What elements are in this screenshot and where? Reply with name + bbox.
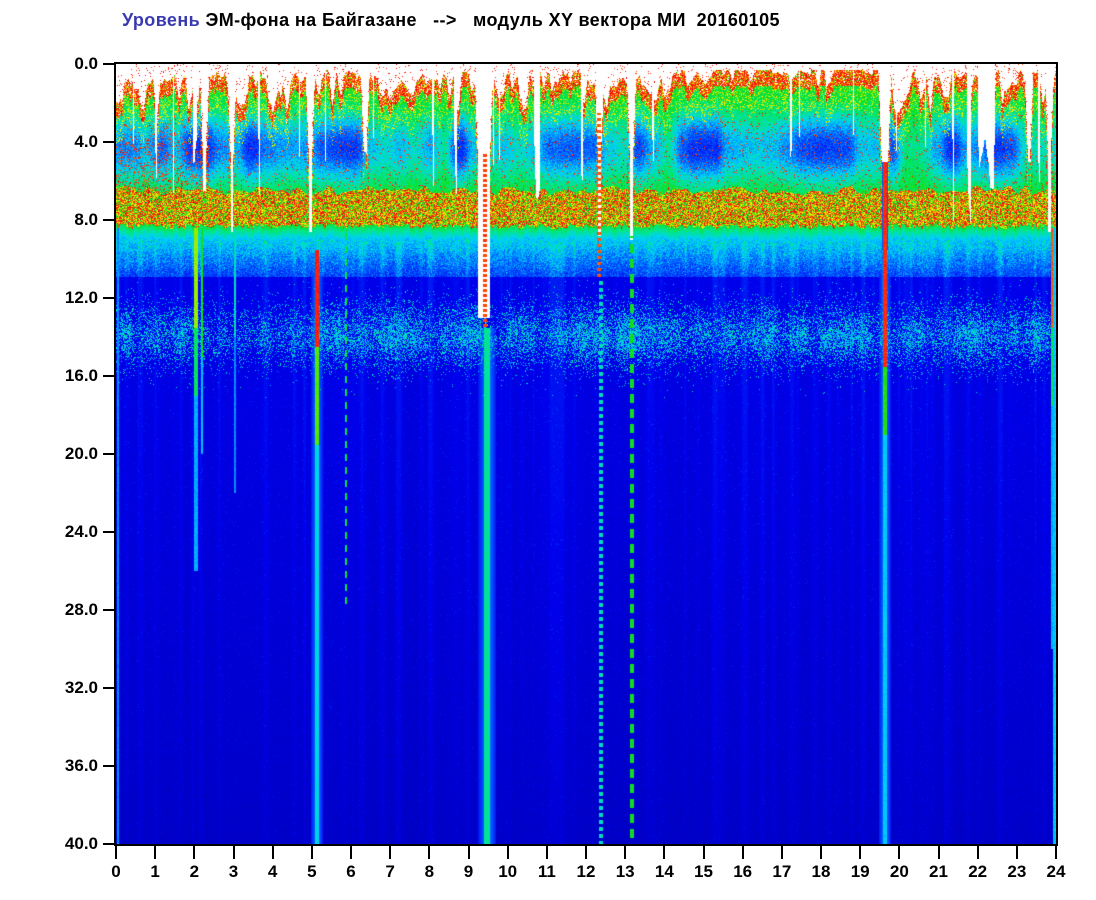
- x-tick: [1015, 846, 1018, 859]
- x-tick: [702, 846, 705, 859]
- x-tick: [310, 846, 313, 859]
- x-tick: [232, 846, 235, 859]
- x-tick: [154, 846, 157, 859]
- x-tick-label: 9: [463, 862, 474, 881]
- y-tick-label: 28.0: [64, 600, 98, 619]
- y-tick-label: 0.0: [74, 54, 98, 73]
- y-tick-label: 32.0: [64, 678, 98, 697]
- x-tick-label: 15: [694, 862, 713, 881]
- x-tick: [624, 846, 627, 859]
- x-tick: [859, 846, 862, 859]
- x-tick-label: 11: [537, 862, 556, 881]
- x-tick: [937, 846, 940, 859]
- x-tick-label: 22: [968, 862, 988, 881]
- y-tick-label: 20.0: [64, 444, 98, 463]
- x-tick-label: 1: [150, 862, 160, 881]
- x-tick-label: 14: [654, 862, 674, 881]
- x-tick-label: 3: [228, 862, 239, 881]
- x-tick: [976, 846, 979, 859]
- x-tick-label: 6: [346, 862, 356, 881]
- y-tick: [103, 141, 114, 143]
- x-tick: [585, 846, 587, 859]
- x-tick-label: 17: [772, 862, 792, 881]
- chart-title: Уровень ЭМ-фона на Байгазане --> модуль …: [122, 10, 780, 31]
- y-tick: [103, 609, 114, 611]
- y-tick-label: 4.0: [74, 132, 98, 151]
- x-tick-label: 13: [615, 862, 635, 881]
- x-tick: [545, 846, 548, 859]
- spectrogram-page: Уровень ЭМ-фона на Байгазане --> модуль …: [0, 0, 1096, 900]
- spectrogram-canvas: [116, 64, 1056, 844]
- y-tick: [103, 531, 114, 533]
- x-tick-label: 21: [929, 862, 948, 881]
- x-tick: [1055, 846, 1057, 859]
- x-tick-label: 18: [811, 862, 831, 881]
- x-tick-label: 4: [267, 862, 278, 881]
- x-tick-label: 0: [111, 862, 121, 881]
- x-tick: [115, 846, 117, 859]
- x-tick: [428, 846, 431, 859]
- y-tick-label: 12.0: [64, 288, 98, 307]
- x-tick: [741, 846, 744, 859]
- y-tick: [103, 453, 114, 455]
- x-tick: [820, 846, 822, 859]
- x-tick-label: 19: [850, 862, 870, 881]
- x-tick-label: 10: [498, 862, 518, 881]
- x-tick: [193, 846, 196, 859]
- y-tick: [103, 843, 114, 845]
- plot-frame: [114, 62, 1058, 846]
- y-tick: [103, 375, 114, 377]
- x-tick-label: 12: [576, 862, 596, 881]
- x-tick: [271, 846, 274, 859]
- x-tick-label: 2: [189, 862, 200, 881]
- x-tick-label: 23: [1007, 862, 1027, 881]
- chart-title-main: ЭМ-фона на Байгазане --> модуль XY векто…: [200, 10, 780, 30]
- chart-title-station: Уровень: [122, 10, 201, 30]
- y-tick: [103, 219, 114, 221]
- y-tick-label: 36.0: [64, 756, 98, 775]
- y-tick-label: 8.0: [74, 210, 98, 229]
- y-tick: [103, 63, 114, 65]
- x-tick-label: 20: [889, 862, 909, 881]
- x-tick: [350, 846, 352, 859]
- x-tick-label: 5: [307, 862, 317, 881]
- x-tick-label: 24: [1046, 862, 1066, 881]
- y-tick-label: 16.0: [64, 366, 98, 385]
- y-tick-label: 40.0: [64, 834, 98, 853]
- x-tick: [898, 846, 901, 859]
- x-tick-label: 16: [733, 862, 753, 881]
- y-tick: [103, 297, 114, 299]
- x-tick: [467, 846, 470, 859]
- y-tick: [103, 687, 114, 689]
- x-tick-label: 8: [424, 862, 435, 881]
- y-tick-label: 24.0: [64, 522, 98, 541]
- x-tick: [506, 846, 509, 859]
- y-tick: [103, 765, 114, 767]
- x-tick: [780, 846, 783, 859]
- x-tick: [663, 846, 666, 859]
- x-tick-label: 7: [385, 862, 395, 881]
- x-tick: [389, 846, 392, 859]
